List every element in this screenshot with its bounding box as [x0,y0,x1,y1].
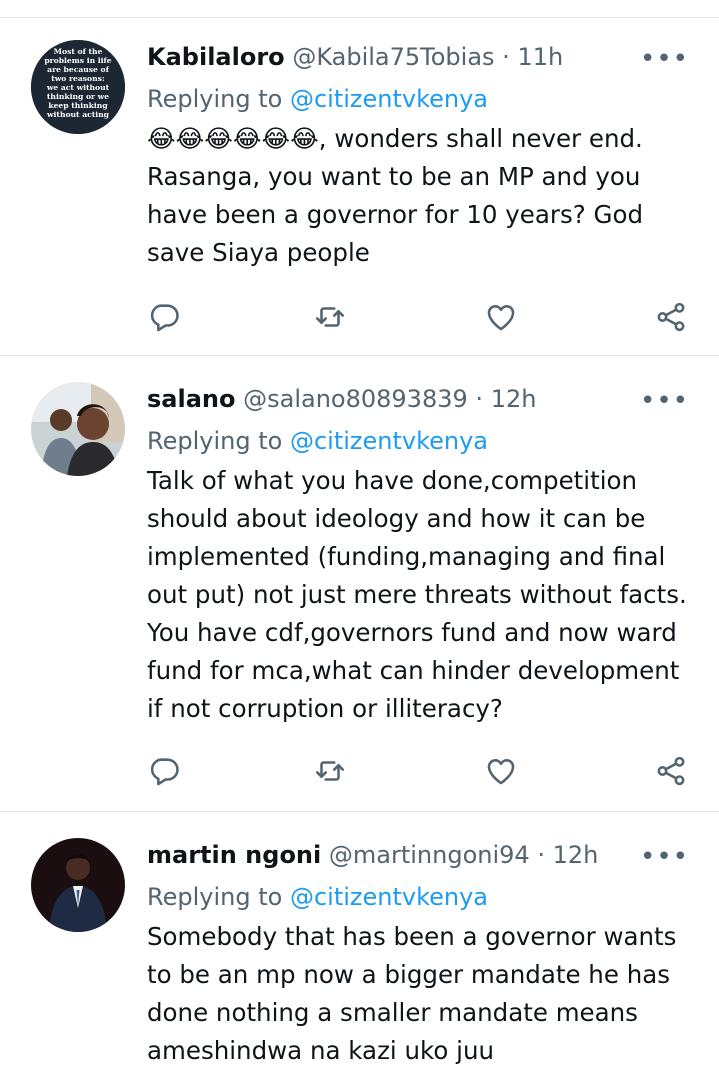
replying-handle-link[interactable]: @citizentvkenya [290,85,488,113]
replying-prefix: Replying to [147,427,283,455]
tweet-text: 😂😂😂😂😂😂, wonders shall never end. Rasanga… [147,120,692,272]
avatar-quote-line: two reasons: [51,74,105,83]
timestamp[interactable]: 12h [491,385,537,413]
replying-prefix: Replying to [147,883,283,911]
tweet-header: martin ngoni @martinngoni94 · 12h [147,838,649,872]
meta-separator: · [502,43,510,71]
user-handle[interactable]: @salano80893839 [243,385,468,413]
share-icon[interactable] [654,754,688,788]
retweet-icon[interactable] [313,754,347,788]
tweet[interactable]: Most of the problems in life are because… [0,40,719,356]
avatar-quote-line: Most of the [54,47,103,56]
meta-separator: · [475,385,484,413]
emoji-sequence: 😂😂😂😂😂😂 [147,124,319,153]
replying-handle-link[interactable]: @citizentvkenya [290,427,488,455]
heart-icon[interactable] [484,754,518,788]
avatar-quote-line: without acting [46,110,110,119]
tweet[interactable]: martin ngoni @martinngoni94 · 12h ••• Re… [0,838,719,1080]
heart-icon[interactable] [484,300,518,334]
more-dots-icon[interactable]: ••• [640,840,689,874]
replying-to: Replying to @citizentvkenya [147,880,488,914]
more-dots-icon[interactable]: ••• [640,384,689,418]
avatar-quote-line: we act without [46,83,110,92]
avatar-quote-line: keep thinking [48,101,108,110]
reply-bubble-icon[interactable] [147,754,181,788]
tweet-feed: Most of the problems in life are because… [0,0,719,1080]
reply-bubble-icon[interactable] [147,300,181,334]
action-bar [147,754,692,794]
display-name[interactable]: martin ngoni [147,841,321,869]
profile-photo [31,838,125,932]
tweet[interactable]: salano @salano80893839 · 12h ••• Replyin… [0,382,719,812]
more-dots-icon[interactable]: ••• [640,42,689,76]
avatar-quote-line: problems in life [44,56,111,65]
timestamp[interactable]: 12h [553,841,599,869]
replying-prefix: Replying to [147,85,283,113]
avatar[interactable]: Most of the problems in life are because… [31,40,125,134]
user-handle[interactable]: @martinngoni94 [329,841,530,869]
avatar[interactable] [31,382,125,476]
replying-to: Replying to @citizentvkenya [147,424,488,458]
meta-separator: · [537,841,545,869]
display-name[interactable]: salano [147,385,235,413]
replying-to: Replying to @citizentvkenya [147,82,488,116]
avatar[interactable] [31,838,125,932]
tweet-text: Somebody that has been a governor wants … [147,922,677,1065]
replying-handle-link[interactable]: @citizentvkenya [290,883,488,911]
action-bar [147,300,692,340]
tweet-header: Kabilaloro @Kabila75Tobias · 11h [147,40,649,74]
tweet-header: salano @salano80893839 · 12h [147,382,649,416]
avatar-quote-line: are because of [47,65,109,74]
quote-avatar-image: Most of the problems in life are because… [31,40,125,134]
retweet-icon[interactable] [313,300,347,334]
profile-photo [31,382,125,476]
avatar-quote-line: thinking or we [47,92,109,101]
timestamp[interactable]: 11h [517,43,563,71]
tweet-text: Talk of what you have done,competition s… [147,466,687,723]
user-handle[interactable]: @Kabila75Tobias [292,43,494,71]
share-icon[interactable] [654,300,688,334]
display-name[interactable]: Kabilaloro [147,43,285,71]
divider [0,17,719,18]
